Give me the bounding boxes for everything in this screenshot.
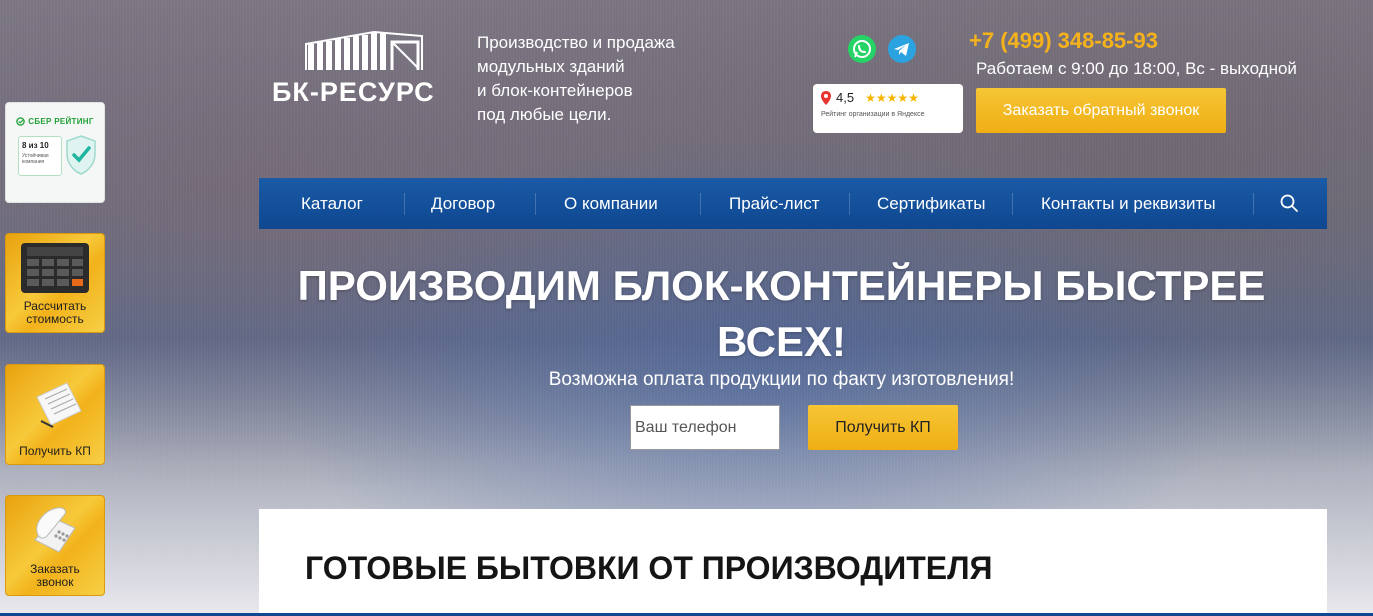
logo-text: БК-РЕСУРС (272, 77, 435, 107)
whatsapp-icon[interactable] (848, 35, 876, 63)
shield-check-icon (66, 135, 96, 175)
get-offer-label: Получить КП (19, 444, 91, 458)
order-call-label: Заказать звонок (30, 562, 80, 589)
nav-item-certificates[interactable]: Сертификаты (877, 194, 985, 214)
nav-item-price-list[interactable]: Прайс-лист (729, 194, 820, 214)
nav-item-contract[interactable]: Договор (431, 194, 495, 214)
search-icon[interactable] (1279, 193, 1299, 213)
company-logo[interactable]: БК-РЕСУРС (272, 28, 457, 108)
callback-button[interactable]: Заказать обратный звонок (976, 88, 1226, 133)
section-title: ГОТОВЫЕ БЫТОВКИ ОТ ПРОИЗВОДИТЕЛЯ (305, 550, 993, 586)
yandex-rating-widget[interactable]: 4,5 ★★★★★ Рейтинг организации в Яндексе (813, 84, 963, 133)
get-offer-button[interactable]: Получить КП (808, 405, 958, 450)
main-nav: Каталог Договор О компании Прайс-лист Се… (259, 178, 1327, 229)
company-tagline: Производство и продажа модульных зданий … (477, 31, 675, 127)
nav-divider (700, 192, 701, 215)
document-icon (36, 382, 82, 428)
tagline-line: модульных зданий (477, 57, 625, 76)
sber-logo-icon (16, 117, 26, 126)
order-call-widget[interactable]: Заказать звонок (5, 495, 105, 596)
nav-divider (404, 192, 405, 215)
calculator-icon (21, 243, 89, 293)
tagline-line: и блок-контейнеров (477, 81, 633, 100)
phone-input[interactable] (630, 405, 780, 450)
map-pin-icon (821, 90, 831, 105)
nav-divider (849, 192, 850, 215)
nav-divider (535, 192, 536, 215)
working-hours: Работаем с 9:00 до 18:00, Вс - выходной (976, 59, 1297, 78)
sber-score-card: 8 из 10 Устойчивая компания (18, 136, 62, 176)
ready-cabins-section: ГОТОВЫЕ БЫТОВКИ ОТ ПРОИЗВОДИТЕЛЯ (259, 509, 1327, 616)
phone-number[interactable]: +7 (499) 348-85-93 (969, 28, 1158, 54)
sber-rating-widget[interactable]: СБЕР РЕЙТИНГ 8 из 10 Устойчивая компания (5, 102, 105, 203)
calculate-cost-widget[interactable]: Рассчитать стоимость (5, 233, 105, 333)
tagline-line: Производство и продажа (477, 33, 675, 52)
nav-item-catalog[interactable]: Каталог (301, 194, 363, 214)
nav-divider (1253, 192, 1254, 215)
logo-building-icon (305, 30, 423, 70)
hero-title: ПРОИЗВОДИМ БЛОК-КОНТЕЙНЕРЫ БЫСТРЕЕ ВСЕХ! (297, 262, 1266, 365)
tagline-line: под любые цели. (477, 105, 612, 124)
sber-rating-title: СБЕР РЕЙТИНГ (28, 117, 94, 126)
sber-score: 8 из 10 (22, 141, 49, 150)
telegram-icon[interactable] (888, 35, 916, 63)
rating-caption: Рейтинг организации в Яндексе (821, 111, 925, 118)
sber-score-caption: Устойчивая компания (22, 153, 49, 165)
nav-item-about[interactable]: О компании (564, 194, 658, 214)
rating-stars: ★★★★★ (865, 90, 919, 105)
nav-item-contacts[interactable]: Контакты и реквизиты (1041, 194, 1216, 214)
calculate-cost-label: Рассчитать стоимость (23, 299, 87, 326)
nav-divider (1012, 192, 1013, 215)
rating-value: 4,5 (836, 90, 855, 105)
telephone-icon (34, 506, 76, 553)
hero-subtitle: Возможна оплата продукции по факту изгот… (548, 369, 1015, 390)
get-offer-widget[interactable]: Получить КП (5, 364, 105, 465)
